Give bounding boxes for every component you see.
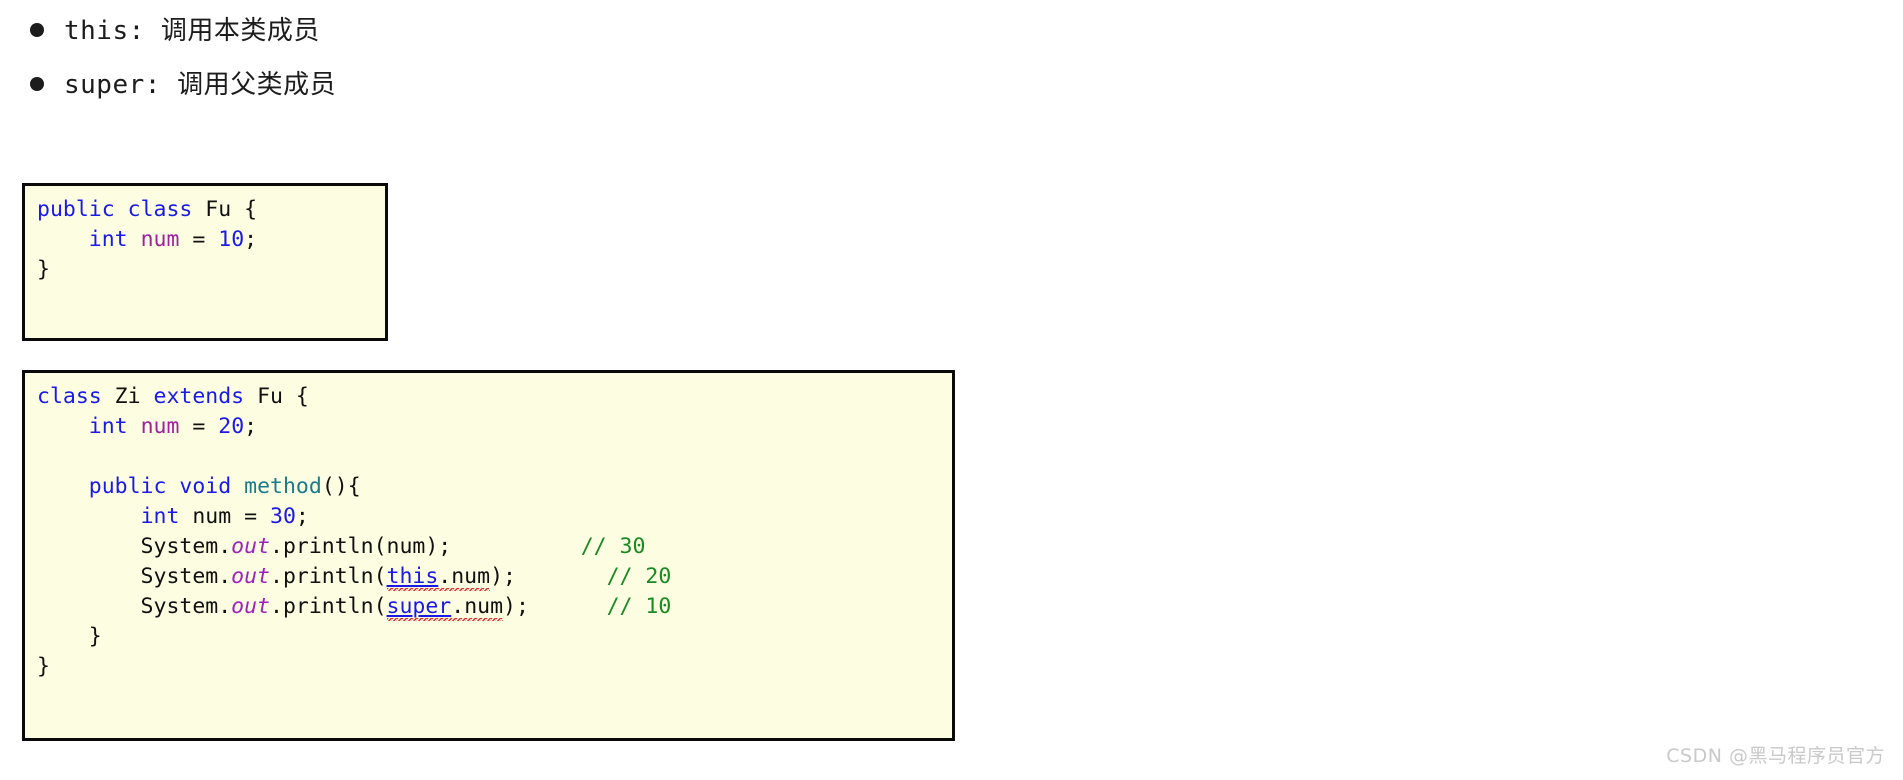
- code-token: int: [88, 227, 128, 252]
- list-item: super: 调用父类成员: [30, 72, 1230, 126]
- code-token: .println(: [270, 594, 387, 619]
- code-token: int: [140, 504, 180, 529]
- code-token: // 20: [606, 564, 672, 589]
- code-token: System.: [37, 534, 232, 559]
- code-token: out: [231, 594, 271, 619]
- code-token: public: [88, 474, 167, 499]
- code-token: );: [503, 594, 529, 619]
- code-token: (){: [321, 474, 361, 499]
- code-token: // 30: [580, 534, 646, 559]
- code-block-parent-class: public class Fu { int num = 10;}: [22, 183, 388, 341]
- list-item: this: 调用本类成员: [30, 18, 1230, 72]
- code-token: class: [37, 384, 102, 409]
- code-token: Zi: [101, 384, 154, 409]
- bullet-dot-icon: [30, 77, 44, 91]
- code-token: public: [37, 197, 115, 222]
- bullet-dot-icon: [30, 23, 44, 37]
- code-token: =: [179, 414, 219, 439]
- code-line: int num = 30;: [37, 502, 952, 532]
- code-token: ;: [244, 227, 258, 252]
- code-token: ;: [295, 504, 309, 529]
- code-token: ;: [244, 414, 258, 439]
- code-token: out: [231, 564, 271, 589]
- bullet-item-label: super: 调用父类成员: [64, 70, 337, 100]
- code-line: public void method(){: [37, 472, 952, 502]
- code-token: =: [179, 227, 219, 252]
- code-token: }: [37, 624, 102, 649]
- code-token: 10: [218, 227, 245, 252]
- code-token: .println(: [270, 564, 387, 589]
- code-line: int num = 20;: [37, 412, 952, 442]
- code-token: 30: [270, 504, 296, 529]
- code-line: }: [37, 255, 385, 285]
- bullet-list: this: 调用本类成员 super: 调用父类成员: [30, 18, 1230, 126]
- code-token: num =: [179, 504, 271, 529]
- code-token: System.: [37, 564, 232, 589]
- code-token: Fu {: [244, 384, 309, 409]
- code-token: System.: [37, 594, 232, 619]
- code-line: }: [37, 652, 952, 682]
- code-token: super: [386, 594, 452, 622]
- code-token: this: [386, 564, 439, 592]
- code-token: }: [37, 654, 50, 679]
- bullet-item-label: this: 调用本类成员: [64, 16, 320, 46]
- code-block-child-class: class Zi extends Fu { int num = 20; publ…: [22, 370, 955, 741]
- code-line: public class Fu {: [37, 195, 385, 225]
- code-token: );: [490, 564, 516, 589]
- code-token: .num: [438, 564, 491, 592]
- code-line: System.out.println(num); // 30: [37, 532, 952, 562]
- code-token: // 10: [606, 594, 672, 619]
- code-line: int num = 10;: [37, 225, 385, 255]
- code-token: .num: [451, 594, 504, 622]
- code-line: System.out.println(super.num); // 10: [37, 592, 952, 622]
- watermark: CSDN @黑马程序员官方: [1666, 745, 1885, 767]
- code-token: out: [231, 534, 271, 559]
- code-token: num: [140, 227, 180, 252]
- code-token: extends: [153, 384, 245, 409]
- code-token: num: [140, 414, 180, 439]
- code-token: class: [127, 197, 193, 222]
- code-token: Fu {: [192, 197, 258, 222]
- code-token: void: [179, 474, 232, 499]
- code-token: method: [244, 474, 322, 499]
- code-token: 20: [218, 414, 245, 439]
- code-token: .println(num);: [270, 534, 452, 559]
- code-line: }: [37, 622, 952, 652]
- code-token: }: [37, 257, 50, 282]
- code-line: System.out.println(this.num); // 20: [37, 562, 952, 592]
- code-token: int: [88, 414, 128, 439]
- code-line: class Zi extends Fu {: [37, 382, 952, 412]
